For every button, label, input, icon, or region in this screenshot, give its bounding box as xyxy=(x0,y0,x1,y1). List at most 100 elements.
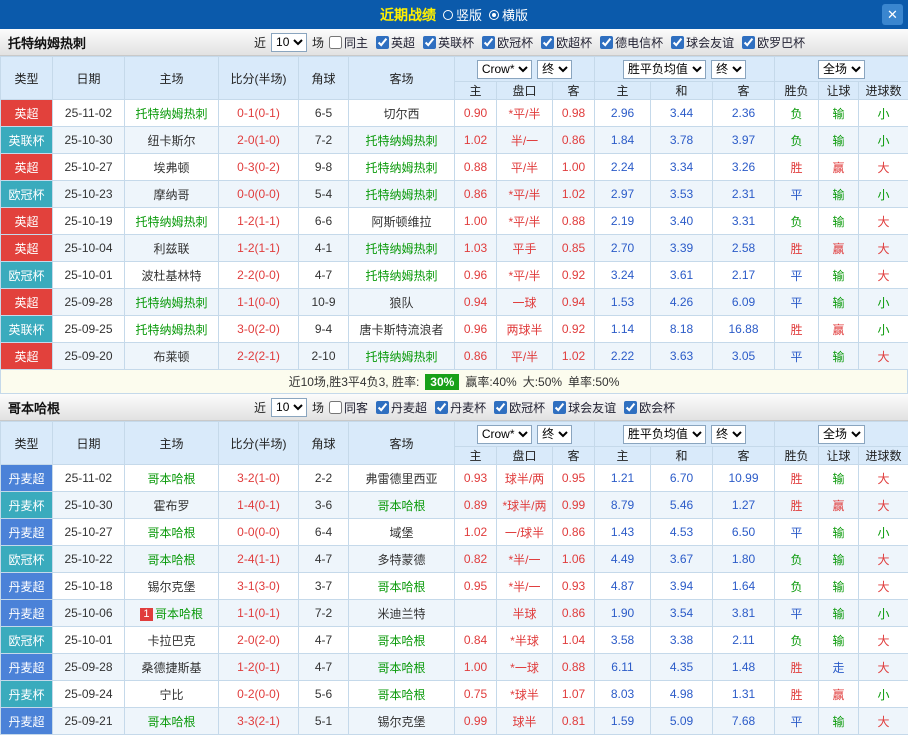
filter-同主[interactable]: 同主 xyxy=(329,34,368,51)
filter-欧冠杯[interactable]: 欧冠杯 xyxy=(482,34,533,51)
sub-avg-away: 客 xyxy=(711,81,776,100)
recent-count-select[interactable]: 10 xyxy=(271,32,308,52)
result-goals: 小 xyxy=(858,180,908,208)
avg-select[interactable]: 胜平负均值 xyxy=(622,424,706,444)
match-date: 25-10-27 xyxy=(52,518,125,546)
result-goals: 大 xyxy=(858,626,908,654)
recent-count-select[interactable]: 10 xyxy=(271,397,308,417)
avg-draw-odds: 3.38 xyxy=(650,626,713,654)
handicap-home-odds: 1.00 xyxy=(454,653,497,681)
filter-checkbox[interactable] xyxy=(435,400,449,414)
filter-球会友谊[interactable]: 球会友谊 xyxy=(671,34,734,51)
filter-checkbox[interactable] xyxy=(423,35,437,49)
result-handicap: 输 xyxy=(818,626,860,654)
result-outcome: 负 xyxy=(774,99,820,127)
result-handicap: 输 xyxy=(818,599,860,627)
result-outcome: 平 xyxy=(774,707,820,735)
sub-away: 客 xyxy=(552,446,595,465)
filter-欧超杯[interactable]: 欧超杯 xyxy=(541,34,592,51)
close-icon[interactable]: ✕ xyxy=(882,4,903,25)
filter-checkbox[interactable] xyxy=(376,400,390,414)
filter-英超[interactable]: 英超 xyxy=(376,34,415,51)
avg-select[interactable]: 胜平负均值 xyxy=(622,59,706,79)
filter-checkbox[interactable] xyxy=(742,35,756,49)
filter-label: 球会友谊 xyxy=(686,35,735,50)
corner-count: 4-7 xyxy=(298,653,349,681)
league-badge: 欧冠杯 xyxy=(0,180,53,208)
match-score: 0-1(0-1) xyxy=(218,99,299,127)
filter-丹麦超[interactable]: 丹麦超 xyxy=(376,399,427,416)
filter-checkbox[interactable] xyxy=(671,35,685,49)
result-goals: 大 xyxy=(858,545,908,573)
team-section-tottenham: 托特纳姆热刺 近 10 场 同主 英超 英联杯 欧冠杯 欧超杯 德电信杯 球会友谊 欧罗巴杯 … xyxy=(0,29,908,394)
bookmaker-select[interactable]: Crow* xyxy=(476,424,532,444)
bookmaker-select[interactable]: Crow* xyxy=(476,59,532,79)
scope-select[interactable]: 全场 xyxy=(818,59,866,79)
filter-球会友谊[interactable]: 球会友谊 xyxy=(553,399,616,416)
corner-count: 10-9 xyxy=(298,288,349,316)
avg-final-select[interactable]: 终 xyxy=(711,59,747,79)
filter-欧罗巴杯[interactable]: 欧罗巴杯 xyxy=(742,34,805,51)
handicap-home-odds: 1.00 xyxy=(454,207,497,235)
result-outcome: 平 xyxy=(774,261,820,289)
filter-checkbox[interactable] xyxy=(329,400,343,414)
match-score: 3-2(1-0) xyxy=(218,464,299,492)
avg-away-odds: 2.58 xyxy=(711,234,776,262)
match-score: 1-4(0-1) xyxy=(218,491,299,519)
win-rate-badge: 30% xyxy=(425,373,460,390)
layout-option-horizontal[interactable]: 横版 xyxy=(489,5,528,24)
handicap-line: 球半 xyxy=(496,707,553,735)
scope-select[interactable]: 全场 xyxy=(818,424,866,444)
filter-label: 德电信杯 xyxy=(615,35,664,50)
filter-checkbox[interactable] xyxy=(329,35,343,49)
filter-label: 欧冠杯 xyxy=(509,400,546,415)
filter-checkbox[interactable] xyxy=(541,35,555,49)
corner-count: 7-2 xyxy=(298,126,349,154)
filter-checkbox[interactable] xyxy=(376,35,390,49)
odds-final-select[interactable]: 终 xyxy=(537,59,573,79)
filter-checkbox[interactable] xyxy=(494,400,508,414)
filter-同客[interactable]: 同客 xyxy=(329,399,368,416)
match-score: 1-2(0-1) xyxy=(218,653,299,681)
sub-ah-result: 让球 xyxy=(818,446,860,465)
result-handicap: 输 xyxy=(818,99,860,127)
filter-欧冠杯[interactable]: 欧冠杯 xyxy=(494,399,545,416)
home-team: 卡拉巴克 xyxy=(124,626,219,654)
avg-draw-odds: 8.18 xyxy=(650,315,713,343)
handicap-line: *平/半 xyxy=(496,207,553,235)
league-badge: 欧冠杯 xyxy=(0,626,53,654)
sub-ah-result: 让球 xyxy=(818,81,860,100)
filter-checkbox[interactable] xyxy=(624,400,638,414)
avg-final-select[interactable]: 终 xyxy=(711,424,747,444)
filter-英联杯[interactable]: 英联杯 xyxy=(423,34,474,51)
avg-draw-odds: 4.98 xyxy=(650,680,713,708)
filter-欧会杯[interactable]: 欧会杯 xyxy=(624,399,675,416)
match-score: 3-0(2-0) xyxy=(218,315,299,343)
avg-draw-odds: 3.53 xyxy=(650,180,713,208)
avg-draw-odds: 3.94 xyxy=(650,572,713,600)
match-row: 丹麦超 25-09-28 桑德捷斯基 1-2(0-1) 4-7 哥本哈根 1.00 *一球 0.… xyxy=(0,653,908,681)
filter-checkbox[interactable] xyxy=(600,35,614,49)
handicap-away-odds: 0.98 xyxy=(552,99,595,127)
away-team: 域堡 xyxy=(348,518,455,546)
filter-德电信杯[interactable]: 德电信杯 xyxy=(600,34,663,51)
layout-option-vertical[interactable]: 竖版 xyxy=(442,5,482,24)
sub-result: 胜负 xyxy=(774,446,820,465)
handicap-line: *球半 xyxy=(496,680,553,708)
avg-home-odds: 2.97 xyxy=(594,180,651,208)
match-date: 25-09-28 xyxy=(52,653,125,681)
home-team: 纽卡斯尔 xyxy=(124,126,219,154)
odds-final-select[interactable]: 终 xyxy=(537,424,573,444)
result-handicap: 输 xyxy=(818,261,860,289)
match-score: 2-2(2-1) xyxy=(218,342,299,370)
avg-away-odds: 2.17 xyxy=(711,261,776,289)
filter-checkbox[interactable] xyxy=(482,35,496,49)
handicap-odds-header: Crow* 终 xyxy=(454,56,595,82)
filter-checkbox[interactable] xyxy=(553,400,567,414)
filter-丹麦杯[interactable]: 丹麦杯 xyxy=(435,399,486,416)
match-score: 3-1(3-0) xyxy=(218,572,299,600)
handicap-home-odds xyxy=(454,599,497,627)
league-badge: 丹麦超 xyxy=(0,518,53,546)
match-score: 1-2(1-1) xyxy=(218,234,299,262)
avg-home-odds: 3.24 xyxy=(594,261,651,289)
